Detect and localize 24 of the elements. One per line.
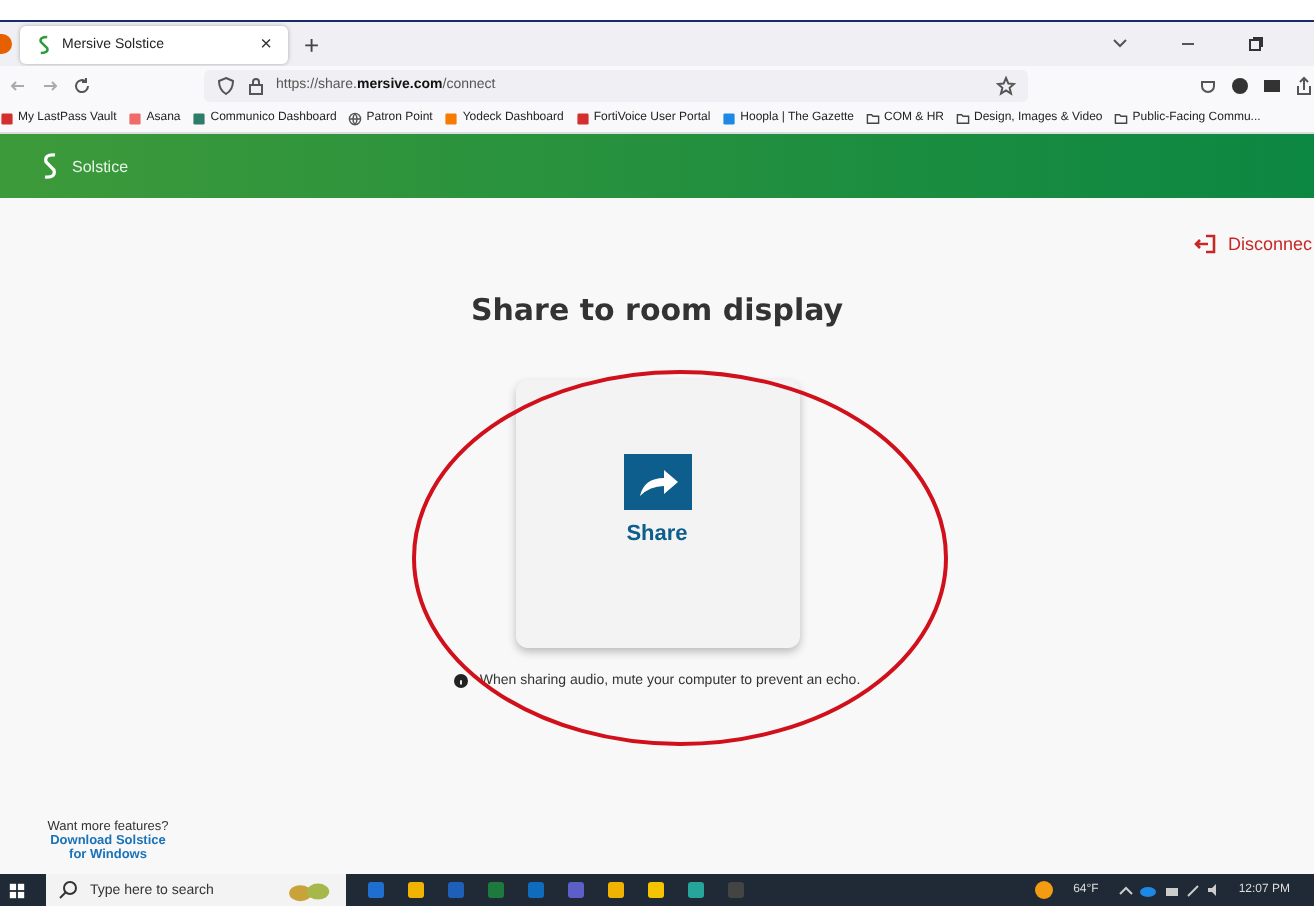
shield-icon — [216, 75, 236, 95]
search-icon — [58, 880, 78, 900]
firefox-icon[interactable] — [0, 34, 12, 54]
new-tab-button[interactable]: + — [304, 29, 320, 59]
pocket-icon[interactable] — [1198, 75, 1218, 95]
account-icon[interactable] — [1230, 75, 1250, 95]
share-button[interactable]: Share — [515, 380, 799, 648]
solstice-logo-icon — [36, 33, 52, 55]
exit-icon — [1193, 234, 1218, 254]
app-name: Solstice — [72, 157, 129, 175]
info-icon — [453, 674, 468, 688]
page-heading: Share to room display — [470, 292, 844, 328]
reload-icon[interactable] — [72, 75, 92, 95]
share-icon[interactable] — [1294, 75, 1314, 95]
solstice-logo-icon — [40, 152, 60, 180]
star-icon[interactable] — [996, 75, 1016, 95]
extension-icon[interactable] — [1262, 75, 1282, 95]
disconnect-link[interactable]: Disconnec — [1193, 234, 1312, 254]
close-tab-button[interactable]: × — [260, 33, 272, 55]
windows-start-icon[interactable] — [8, 881, 26, 899]
sun-icon — [1033, 880, 1054, 900]
restore-icon[interactable] — [1246, 34, 1266, 54]
tray-icons-drawing[interactable] — [1118, 880, 1219, 900]
lock-icon — [246, 75, 266, 95]
